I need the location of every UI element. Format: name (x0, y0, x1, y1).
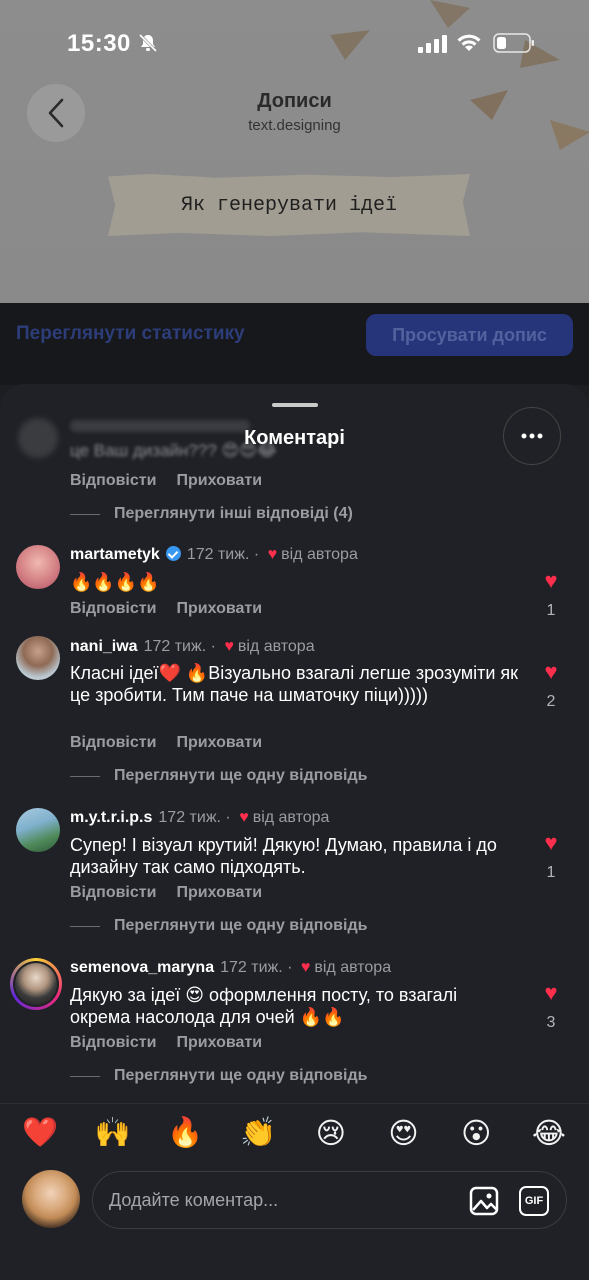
comment-input[interactable] (109, 1172, 449, 1228)
like-count: 1 (546, 602, 556, 619)
bell-muted-icon (138, 33, 158, 53)
heart-filled-icon: ♥ (544, 659, 558, 684)
like-button[interactable]: ♥ 1 (539, 832, 563, 882)
emoji-laughing-button[interactable]: 😂 (529, 1116, 569, 1156)
view-insights-link[interactable]: Переглянути статистику (16, 323, 245, 345)
more-dots-icon (521, 433, 543, 439)
like-count: 1 (546, 864, 556, 881)
view-more-replies-label: Переглянути інші відповіді (4) (114, 505, 353, 522)
comment-time: 172 тиж. (158, 809, 221, 826)
status-time: 15:30 (67, 30, 131, 57)
heart-filled-icon: ♥ (544, 830, 558, 855)
cellular-signal-icon (418, 35, 447, 53)
avatar[interactable] (16, 808, 60, 852)
comment-actions: Відповісти Приховати (70, 600, 282, 618)
comment-username[interactable]: nani_iwa (70, 638, 138, 655)
like-button[interactable]: ♥ 3 (539, 982, 563, 1032)
comment-username[interactable]: semenova_maryna (70, 959, 214, 976)
heart-icon: ♥ (224, 638, 234, 655)
reply-button[interactable]: Відповісти (70, 600, 156, 617)
status-bar: 15:30 (0, 0, 589, 86)
more-options-button[interactable] (503, 407, 561, 465)
emoji-clap-button[interactable]: 👏 (238, 1116, 278, 1156)
hide-button[interactable]: Приховати (176, 472, 262, 489)
like-button[interactable]: ♥ 1 (539, 570, 563, 620)
story-ring[interactable] (10, 958, 62, 1010)
avatar (15, 963, 57, 1005)
view-more-replies[interactable]: Переглянути ще одну відповідь (70, 1067, 367, 1085)
liked-by-author: від автора (314, 959, 392, 976)
view-more-replies[interactable]: Переглянути ще одну відповідь (70, 917, 367, 935)
comment-header: nani_iwa 172 тиж. · ♥ від автора (70, 638, 315, 655)
emoji-fire-button[interactable]: 🔥 (165, 1116, 205, 1156)
wifi-icon (457, 34, 481, 51)
emoji-heart-button[interactable]: ❤️ (20, 1116, 60, 1156)
comment-actions: Відповісти Приховати (70, 472, 282, 490)
emoji-crying-button[interactable]: 😢 (311, 1116, 351, 1156)
comment-actions: Відповісти Приховати (70, 1034, 282, 1052)
gif-button[interactable]: GIF (519, 1186, 549, 1216)
promote-post-button[interactable]: Просувати допис (366, 314, 573, 356)
avatar[interactable] (16, 545, 60, 589)
hide-button[interactable]: Приховати (176, 734, 262, 751)
comment-time: 172 тиж. (186, 546, 250, 563)
heart-icon: ♥ (267, 546, 278, 563)
comment-actions: Відповісти Приховати (70, 884, 282, 902)
comment-text: 🔥🔥🔥🔥 (70, 572, 160, 592)
heart-icon: ♥ (300, 959, 311, 976)
like-count: 3 (546, 1014, 556, 1031)
comment-text: Дякую за ідеї 😍 оформлення посту, то вза… (70, 985, 458, 1027)
sheet-title: Коментарі (244, 427, 345, 449)
post-image-text: Як генерувати ідеї (180, 193, 398, 217)
comment-username[interactable]: m.y.t.r.i.p.s (70, 809, 152, 826)
verified-badge-icon (165, 546, 181, 561)
heart-filled-icon: ♥ (544, 980, 558, 1005)
emoji-raised-hands-button[interactable]: 🙌 (93, 1116, 133, 1156)
quick-emoji-bar: ❤️ 🙌 🔥 👏 😢 😍 😮 😂 (0, 1116, 589, 1156)
comment-actions: Відповісти Приховати (70, 734, 282, 752)
liked-by-author: від автора (281, 546, 358, 563)
comment-text: Класні ідеї❤️ 🔥Візуально взагалі легше з… (70, 663, 519, 705)
view-more-replies-label: Переглянути ще одну відповідь (114, 917, 368, 934)
page-title: Дописи (257, 90, 332, 112)
view-more-replies[interactable]: Переглянути ще одну відповідь (70, 767, 367, 785)
hide-button[interactable]: Приховати (176, 1034, 262, 1051)
heart-filled-icon: ♥ (544, 568, 558, 593)
reply-button[interactable]: Відповісти (70, 734, 156, 751)
post-image: Як генерувати ідеї (108, 174, 470, 236)
emoji-heart-eyes-button[interactable]: 😍 (384, 1116, 424, 1156)
comment-header: martametyk 172 тиж. · ♥ від автора (70, 546, 358, 563)
hide-button[interactable]: Приховати (176, 884, 262, 901)
comment-text: Супер! І візуал крутий! Дякую! Думаю, пр… (70, 835, 497, 877)
battery-icon (493, 33, 534, 53)
screen: 15:30 Дописи text.designing Як генеруват… (0, 0, 589, 1280)
divider (0, 1103, 589, 1104)
comment-composer: GIF (92, 1171, 567, 1229)
hide-button[interactable]: Приховати (176, 600, 262, 617)
liked-by-author: від автора (252, 809, 330, 826)
post-preview: 15:30 Дописи text.designing Як генеруват… (0, 0, 589, 303)
view-more-replies-label: Переглянути ще одну відповідь (114, 1067, 368, 1084)
image-icon[interactable] (469, 1186, 499, 1216)
comment-header: semenova_maryna 172 тиж. · ♥ від автора (70, 959, 392, 976)
like-button[interactable]: ♥ 2 (539, 661, 563, 711)
liked-by-author: від автора (237, 638, 315, 655)
reply-button[interactable]: Відповісти (70, 472, 156, 489)
account-name: text.designing (248, 117, 341, 134)
comment-username[interactable]: martametyk (70, 546, 160, 563)
view-more-replies[interactable]: Переглянути інші відповіді (4) (70, 505, 353, 523)
comment-time: 172 тиж. (143, 638, 207, 655)
reply-button[interactable]: Відповісти (70, 884, 156, 901)
heart-icon: ♥ (239, 809, 249, 826)
comment-header: m.y.t.r.i.p.s 172 тиж. · ♥ від автора (70, 809, 330, 826)
like-count: 2 (546, 693, 556, 710)
reply-button[interactable]: Відповісти (70, 1034, 156, 1051)
view-more-replies-label: Переглянути ще одну відповідь (114, 767, 368, 784)
avatar[interactable] (16, 636, 60, 680)
emoji-surprised-button[interactable]: 😮 (456, 1116, 496, 1156)
comment-time: 172 тиж. (220, 959, 283, 976)
sheet-drag-handle[interactable] (272, 403, 318, 407)
current-user-avatar (22, 1170, 80, 1228)
